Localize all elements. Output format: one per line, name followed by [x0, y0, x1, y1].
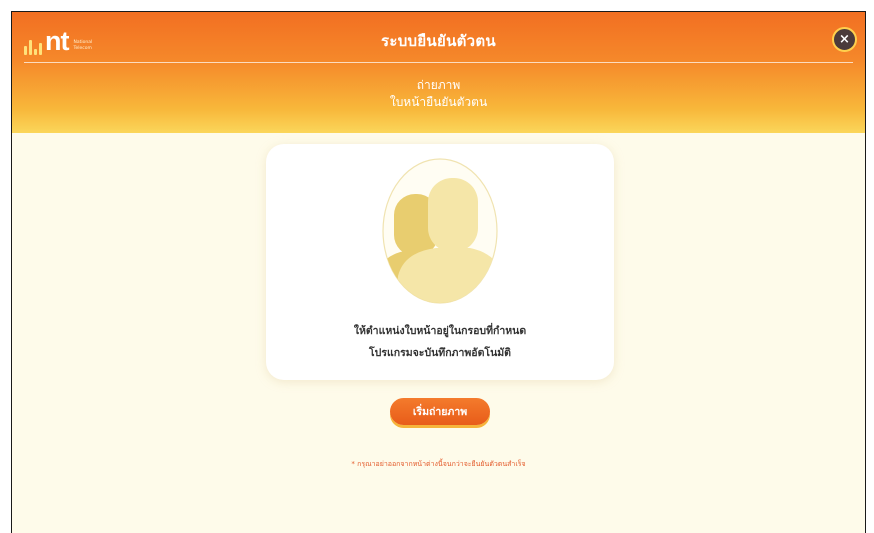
- verification-window: nt National Telecom ระบบยืนยันตัวตน × ถ่…: [11, 11, 866, 533]
- subtitle-line2: ใบหน้ายืนยันตัวตน: [389, 95, 488, 109]
- header-divider: [24, 62, 853, 63]
- subtitle-line1: ถ่ายภาพ: [416, 78, 461, 92]
- page-title: ระบบยืนยันตัวตน: [380, 32, 496, 50]
- header: nt National Telecom ระบบยืนยันตัวตน × ถ่…: [12, 12, 865, 133]
- instruction-line2: โปรแกรมจะบันทึกภาพอัตโนมัติ: [369, 347, 511, 359]
- instruction-line1: ให้ตำแหน่งใบหน้าอยู่ในกรอบที่กำหนด: [353, 325, 527, 337]
- face-silhouette-icon: [382, 158, 498, 304]
- face-capture-card: ให้ตำแหน่งใบหน้าอยู่ในกรอบที่กำหนด โปรแก…: [266, 144, 614, 380]
- warning-note: * กรุณาอย่าออกจากหน้าต่างนี้จนกว่าจะยืนย…: [351, 460, 526, 468]
- page-subtitle: ถ่ายภาพ ใบหน้ายืนยันตัวตน: [12, 77, 865, 111]
- close-button[interactable]: ×: [832, 27, 857, 52]
- instruction-text: ให้ตำแหน่งใบหน้าอยู่ในกรอบที่กำหนด โปรแก…: [266, 320, 614, 364]
- close-icon: ×: [839, 32, 850, 47]
- start-capture-button[interactable]: เริ่มถ่ายภาพ: [390, 398, 490, 425]
